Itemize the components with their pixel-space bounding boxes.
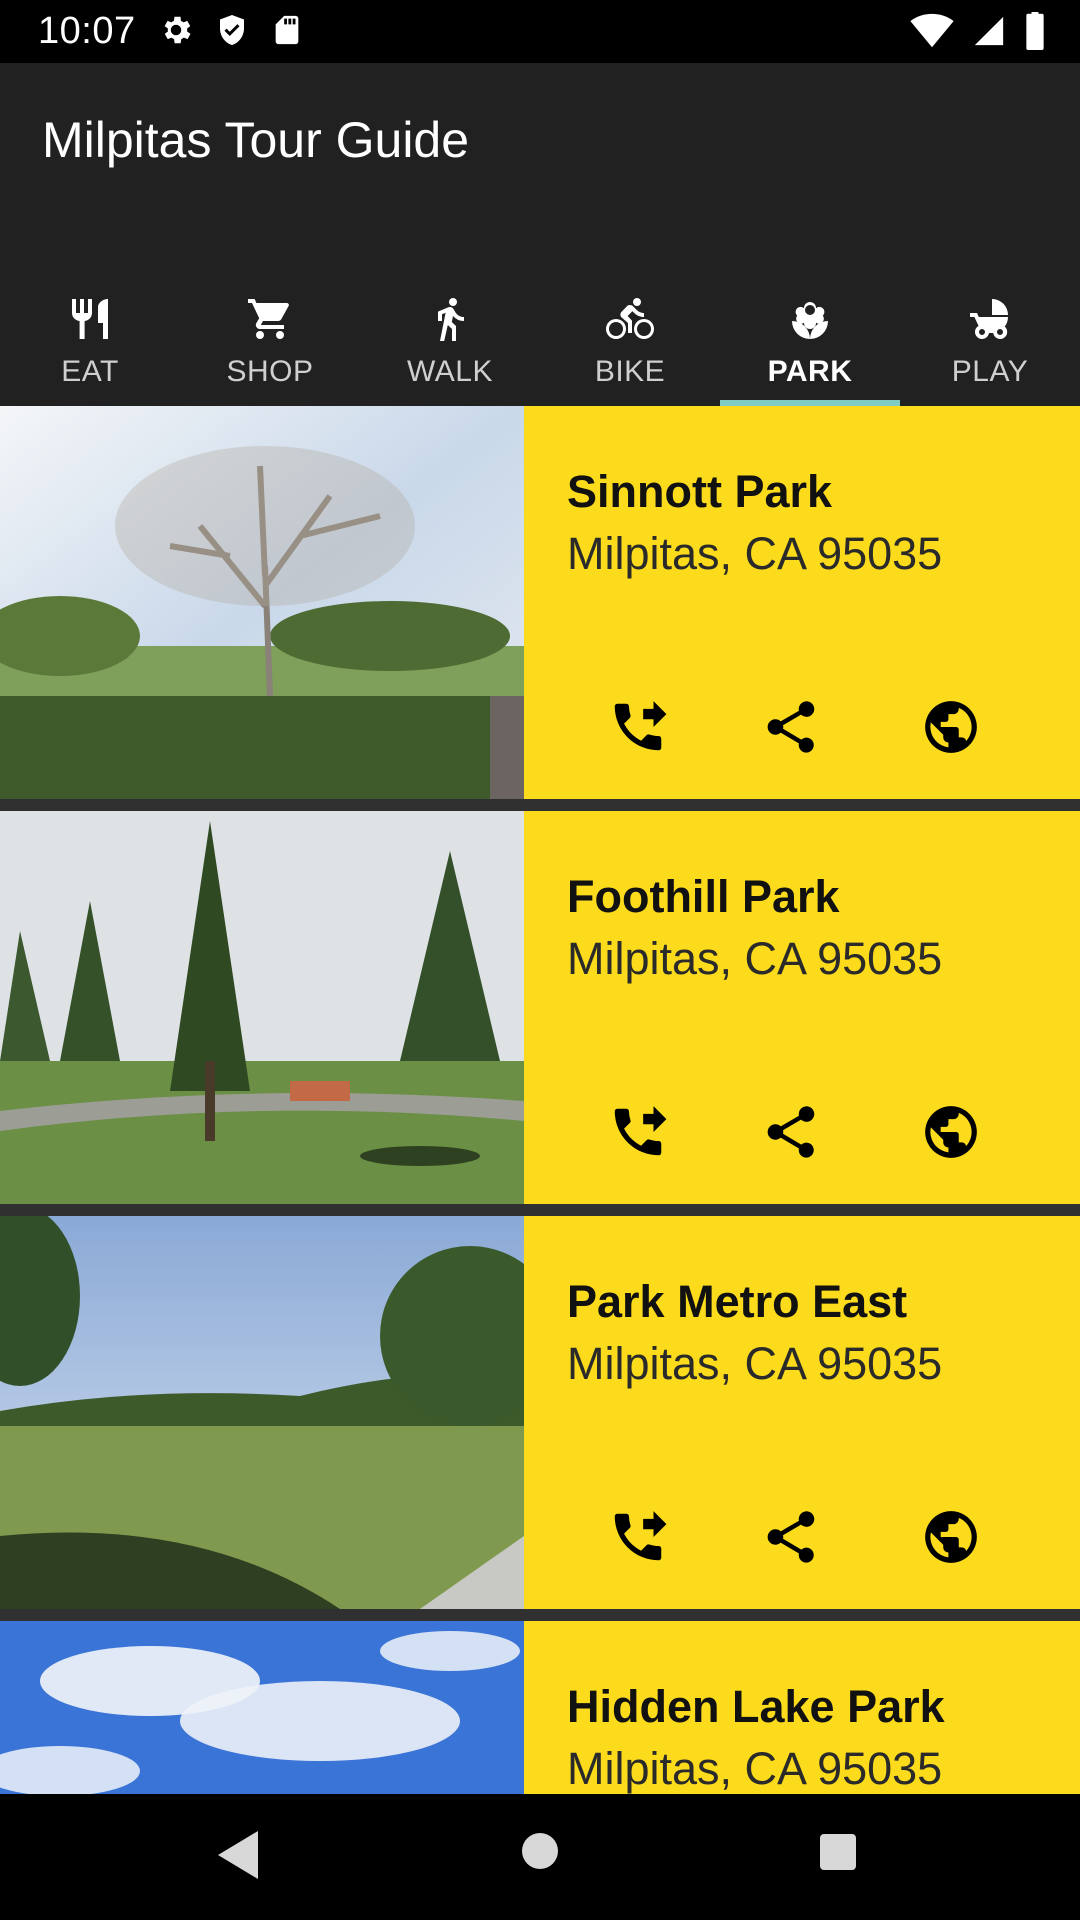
place-info: Hidden Lake Park Milpitas, CA 95035 <box>524 1621 1080 1794</box>
app-bar: Milpitas Tour Guide EAT SHOP WALK BIKE P… <box>0 63 1080 406</box>
place-name: Hidden Lake Park <box>567 1681 945 1732</box>
share-icon[interactable] <box>760 696 822 758</box>
bike-icon <box>606 298 654 339</box>
tab-play[interactable]: PLAY <box>900 235 1080 406</box>
place-address: Milpitas, CA 95035 <box>567 1743 943 1794</box>
share-icon[interactable] <box>760 1101 822 1163</box>
place-name: Foothill Park <box>567 871 840 922</box>
flower-icon <box>792 302 828 339</box>
navigation-bar <box>0 1794 1080 1920</box>
phone-icon[interactable] <box>607 1506 669 1568</box>
status-time: 10:07 <box>38 10 136 52</box>
status-bar: 10:07 <box>0 0 1080 63</box>
signal-icon <box>974 16 1004 46</box>
place-card[interactable]: Park Metro East Milpitas, CA 95035 <box>0 1216 1080 1609</box>
tab-bike[interactable]: BIKE <box>540 235 720 406</box>
place-info: Foothill Park Milpitas, CA 95035 <box>524 811 1080 1204</box>
tab-label: PLAY <box>951 355 1029 388</box>
place-photo <box>0 406 524 799</box>
place-card[interactable]: Sinnott Park Milpitas, CA 95035 <box>0 406 1080 799</box>
tab-shop[interactable]: SHOP <box>180 235 360 406</box>
home-button[interactable] <box>520 1831 560 1871</box>
place-info: Sinnott Park Milpitas, CA 95035 <box>524 406 1080 799</box>
place-address: Milpitas, CA 95035 <box>567 933 943 984</box>
place-list[interactable]: Sinnott Park Milpitas, CA 95035 Foothill… <box>0 406 1080 1794</box>
tab-label: EAT <box>61 355 119 388</box>
phone-icon[interactable] <box>607 696 669 758</box>
place-photo <box>0 1621 524 1794</box>
wifi-icon <box>910 13 954 48</box>
share-icon[interactable] <box>760 1506 822 1568</box>
globe-icon[interactable] <box>920 1506 982 1568</box>
fork-knife-icon <box>72 299 108 339</box>
tab-bar: EAT SHOP WALK BIKE PARK PLAY <box>0 235 1080 406</box>
place-name: Sinnott Park <box>567 466 833 517</box>
tab-label: PARK <box>767 355 853 388</box>
battery-icon <box>1026 12 1044 50</box>
phone-icon[interactable] <box>607 1101 669 1163</box>
cart-icon <box>248 299 289 339</box>
tab-eat[interactable]: EAT <box>0 235 180 406</box>
app-title: Milpitas Tour Guide <box>42 112 470 168</box>
place-photo <box>0 1216 524 1609</box>
globe-icon[interactable] <box>920 1101 982 1163</box>
back-button[interactable] <box>216 1829 260 1881</box>
place-card[interactable]: Foothill Park Milpitas, CA 95035 <box>0 811 1080 1204</box>
gear-icon <box>164 16 191 44</box>
walk-icon <box>438 298 464 341</box>
place-photo <box>0 811 524 1204</box>
tab-walk[interactable]: WALK <box>360 235 540 406</box>
place-address: Milpitas, CA 95035 <box>567 1338 943 1389</box>
tab-park[interactable]: PARK <box>720 235 900 406</box>
place-name: Park Metro East <box>567 1276 908 1327</box>
place-card[interactable]: Hidden Lake Park Milpitas, CA 95035 <box>0 1621 1080 1794</box>
sd-card-icon <box>275 15 299 45</box>
place-info: Park Metro East Milpitas, CA 95035 <box>524 1216 1080 1609</box>
place-address: Milpitas, CA 95035 <box>567 528 943 579</box>
tab-label: SHOP <box>226 355 314 388</box>
recents-button[interactable] <box>818 1832 858 1872</box>
shield-icon <box>220 15 244 45</box>
stroller-icon <box>970 299 1008 339</box>
tab-label: WALK <box>407 355 493 388</box>
tab-label: BIKE <box>594 355 666 388</box>
globe-icon[interactable] <box>920 696 982 758</box>
